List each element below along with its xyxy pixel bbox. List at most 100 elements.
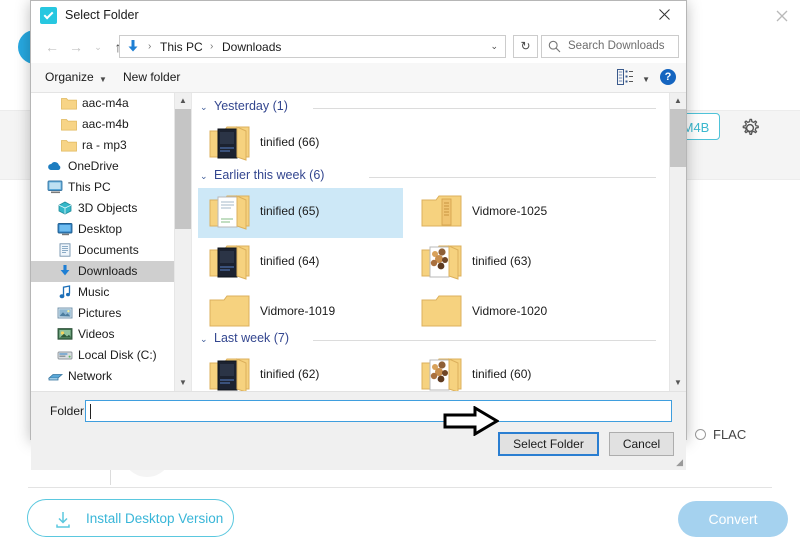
file-name-label: tinified (64)	[260, 254, 319, 268]
recent-locations-chevron-down-icon[interactable]: ⌄	[87, 36, 109, 58]
folder-icon	[61, 117, 77, 132]
file-name-label: tinified (60)	[472, 367, 531, 381]
tree-item-documents[interactable]: Documents	[31, 240, 191, 261]
address-chevron-down-icon[interactable]: ⌄	[490, 41, 498, 52]
tree-item-label: aac-m4a	[82, 93, 129, 114]
onedrive-icon	[47, 159, 63, 174]
navpane-scrollbar[interactable]: ▲ ▼	[174, 93, 191, 391]
desktop-icon	[57, 222, 73, 237]
scroll-up-icon[interactable]: ▲	[175, 93, 191, 109]
file-list-item[interactable]: tinified (66)	[198, 119, 403, 169]
tree-item-music[interactable]: Music	[31, 282, 191, 303]
dialog-titlebar[interactable]: Select Folder	[31, 1, 686, 31]
folder-icon	[420, 241, 466, 288]
folder-icon	[208, 122, 254, 169]
group-header-earlier-this-week[interactable]: ⌄Earlier this week (6)	[200, 168, 656, 186]
refresh-icon[interactable]: ↻	[513, 35, 538, 58]
disk-icon	[57, 348, 73, 363]
scroll-down-icon[interactable]: ▼	[670, 375, 686, 391]
network-icon	[47, 369, 63, 384]
tree-item-network[interactable]: Network	[31, 366, 191, 387]
format-radio-flac[interactable]: FLAC	[695, 427, 746, 442]
format-radio-label: FLAC	[713, 427, 746, 442]
tree-item-ra-mp3[interactable]: ra - mp3	[31, 135, 191, 156]
view-chevron-down-icon[interactable]: ▼	[642, 75, 650, 84]
tree-item-pictures[interactable]: Pictures	[31, 303, 191, 324]
tree-item-label: Documents	[78, 240, 139, 261]
text-caret	[90, 404, 91, 419]
tree-item-label: 3D Objects	[78, 198, 137, 219]
tree-item-3d-objects[interactable]: 3D Objects	[31, 198, 191, 219]
tree-item-aac-m4b[interactable]: aac-m4b	[31, 114, 191, 135]
breadcrumb-downloads[interactable]: Downloads	[222, 40, 281, 54]
forward-icon[interactable]: →	[65, 36, 87, 58]
search-icon	[548, 40, 561, 58]
dialog-navbar: ← → ⌄ ↑ › This PC › Downloads ⌄ ↻	[31, 31, 686, 63]
install-desktop-version-button[interactable]: Install Desktop Version	[27, 499, 234, 537]
filelist-scrollbar[interactable]: ▲ ▼	[669, 93, 686, 391]
file-list-pane[interactable]: ⌄ Yesterday (1) tinified (66) ⌄Earlier this…	[192, 93, 686, 391]
screen: M4B	[0, 0, 800, 545]
tree-item-local-disk-c[interactable]: Local Disk (C:)	[31, 345, 191, 366]
tree-item-downloads[interactable]: Downloads	[31, 261, 191, 282]
tree-item-label: Pictures	[78, 303, 121, 324]
view-layout-icon[interactable]	[617, 69, 634, 90]
breadcrumb-separator-2: ›	[210, 41, 213, 52]
folder-input[interactable]	[85, 400, 672, 422]
music-icon	[57, 285, 73, 300]
file-list-item[interactable]: tinified (62)	[198, 351, 403, 391]
navpane-scroll-thumb[interactable]	[175, 109, 191, 229]
cancel-button[interactable]: Cancel	[609, 432, 674, 456]
group-rule	[313, 340, 656, 341]
file-list-item[interactable]: tinified (63)	[410, 238, 615, 288]
group-label: Yesterday (1)	[214, 99, 288, 113]
search-input[interactable]: Search Downloads	[541, 35, 679, 58]
scroll-up-icon[interactable]: ▲	[670, 93, 686, 109]
organize-chevron-down-icon[interactable]: ▼	[99, 75, 107, 84]
tree-item-aac-m4a[interactable]: aac-m4a	[31, 93, 191, 114]
tree-item-this-pc[interactable]: This PC	[31, 177, 191, 198]
folder-icon	[61, 96, 77, 111]
dialog-close-icon[interactable]	[642, 1, 686, 31]
address-bar[interactable]: › This PC › Downloads ⌄	[119, 35, 506, 58]
select-folder-button[interactable]: Select Folder	[498, 432, 599, 456]
organize-button[interactable]: Organize	[45, 70, 94, 84]
convert-button[interactable]: Convert	[678, 501, 788, 537]
group-chevron-down-icon[interactable]: ⌄	[200, 171, 208, 182]
folder-icon	[208, 241, 254, 288]
folder-tree: aac-m4aaac-m4bra - mp3OneDriveThis PC3D …	[31, 93, 191, 387]
navigation-pane: aac-m4aaac-m4bra - mp3OneDriveThis PC3D …	[31, 93, 192, 391]
tree-item-label: Local Disk (C:)	[78, 345, 157, 366]
group-chevron-down-icon[interactable]: ⌄	[200, 334, 208, 345]
radio-indicator	[695, 429, 706, 440]
group-label: Last week (7)	[214, 331, 289, 345]
filelist-scroll-thumb[interactable]	[670, 109, 686, 167]
resize-grip[interactable]: ◢	[676, 457, 683, 468]
back-icon[interactable]: ←	[41, 36, 63, 58]
breadcrumb-this-pc[interactable]: This PC	[160, 40, 203, 54]
tree-item-desktop[interactable]: Desktop	[31, 219, 191, 240]
file-name-label: Vidmore-1025	[472, 204, 547, 218]
downloads-icon	[57, 264, 73, 279]
folder-icon	[420, 191, 466, 238]
help-icon[interactable]: ?	[660, 69, 676, 85]
new-folder-button[interactable]: New folder	[123, 70, 180, 84]
file-list-item[interactable]: Vidmore-1025	[410, 188, 615, 238]
file-name-label: tinified (66)	[260, 135, 319, 149]
file-list-item[interactable]: tinified (60)	[410, 351, 615, 391]
tree-item-label: Music	[78, 282, 109, 303]
tree-item-videos[interactable]: Videos	[31, 324, 191, 345]
file-list-item[interactable]: tinified (64)	[198, 238, 403, 288]
tree-item-onedrive[interactable]: OneDrive	[31, 156, 191, 177]
file-list-item[interactable]: tinified (65)	[198, 188, 403, 238]
group-header-last-week[interactable]: ⌄ Last week (7)	[200, 331, 656, 349]
dialog-toolbar: Organize ▼ New folder ▼ ?	[31, 63, 686, 93]
scroll-down-icon[interactable]: ▼	[175, 375, 191, 391]
group-header-yesterday[interactable]: ⌄ Yesterday (1)	[200, 99, 656, 117]
tree-item-label: aac-m4b	[82, 114, 129, 135]
dialog-body: aac-m4aaac-m4bra - mp3OneDriveThis PC3D …	[31, 93, 686, 391]
group-chevron-down-icon[interactable]: ⌄	[200, 102, 208, 113]
file-name-label: Vidmore-1019	[260, 304, 335, 318]
app-close-icon[interactable]	[772, 8, 792, 28]
gear-icon[interactable]	[738, 116, 762, 140]
